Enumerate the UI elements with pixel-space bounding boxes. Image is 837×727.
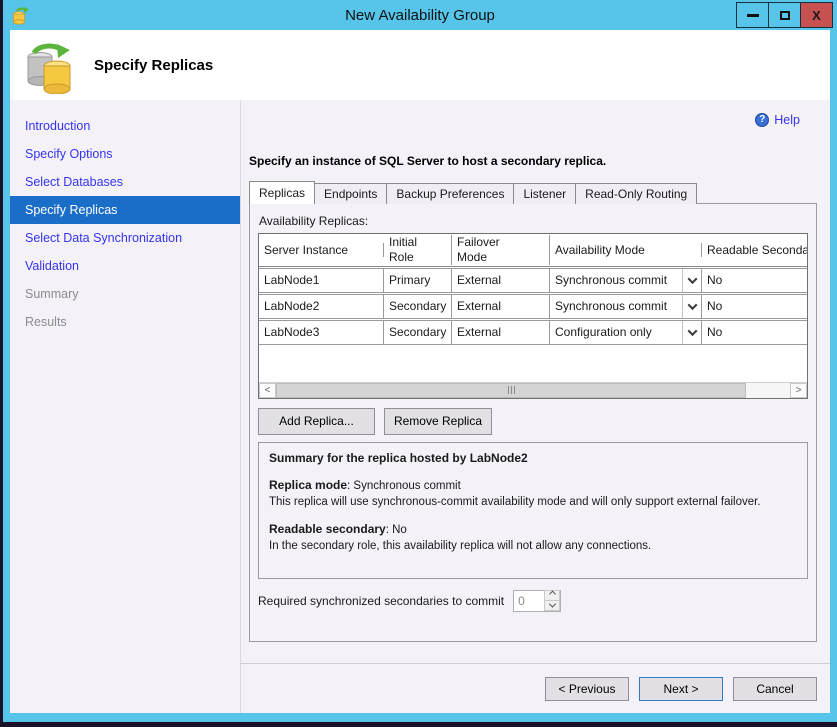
replicas-tab-panel: Availability Replicas: Server Instance I… [249,203,817,642]
instruction-text: Specify an instance of SQL Server to hos… [249,154,830,168]
chevron-down-icon[interactable] [682,321,701,344]
replica-mode-description: This replica will use synchronous-commit… [269,495,797,510]
previous-button[interactable]: < Previous [545,677,629,701]
maximize-icon [780,11,790,20]
tab-listener[interactable]: Listener [513,183,576,204]
close-button[interactable]: X [800,2,833,28]
cell-server-instance[interactable]: LabNode3 [259,321,384,344]
readable-secondary-value: : No [386,524,407,536]
availability-mode-select[interactable]: Synchronous commit [550,269,701,292]
cell-readable-secondary[interactable]: No [702,295,807,318]
quorum-spinner [513,590,561,612]
tab-replicas[interactable]: Replicas [249,181,315,204]
sidebar-item-specify-options[interactable]: Specify Options [10,140,240,168]
title-bar[interactable]: New Availability Group X [3,0,837,30]
scroll-left-icon[interactable]: < [259,383,276,398]
replica-row-labnode3: LabNode3 Secondary External Configuratio… [259,320,807,345]
scrollbar-grip [508,386,509,394]
cell-readable-secondary[interactable]: No [702,321,807,344]
replica-mode-value: : Synchronous commit [347,480,461,492]
window-title: New Availability Group [3,7,837,24]
cell-failover-mode[interactable]: External [452,295,550,318]
cancel-button[interactable]: Cancel [733,677,817,701]
remove-replica-button[interactable]: Remove Replica [384,408,492,435]
availability-mode-select[interactable]: Configuration only [550,321,701,344]
wizard-steps-sidebar: Introduction Specify Options Select Data… [10,100,241,713]
scroll-right-icon[interactable]: > [790,383,807,398]
chevron-down-icon[interactable] [682,295,701,318]
availability-replicas-grid: Server Instance Initial Role Failover Mo… [258,233,808,399]
dialog-window: New Availability Group X Specify Replica… [3,0,837,722]
cell-readable-secondary[interactable]: No [702,269,807,292]
tab-endpoints[interactable]: Endpoints [314,183,387,204]
minimize-icon [747,14,759,17]
quorum-label: Required synchronized secondaries to com… [258,594,504,608]
replica-row-labnode2: LabNode2 Secondary External Synchronous … [259,294,807,319]
sidebar-item-validation[interactable]: Validation [10,252,240,280]
add-replica-button[interactable]: Add Replica... [258,408,375,435]
next-button[interactable]: Next > [639,677,723,701]
cell-failover-mode[interactable]: External [452,321,550,344]
page-title: Specify Replicas [94,57,213,74]
cell-failover-mode[interactable]: External [452,269,550,292]
wizard-header: Specify Replicas [10,30,830,100]
summary-title: Summary for the replica hosted by LabNod… [269,451,797,467]
replica-summary-box: Summary for the replica hosted by LabNod… [258,442,808,579]
grid-label: Availability Replicas: [259,214,808,228]
cell-initial-role[interactable]: Secondary [384,321,452,344]
replica-row-labnode1: LabNode1 Primary External Synchronous co… [259,268,807,293]
sidebar-item-select-data-synchronization[interactable]: Select Data Synchronization [10,224,240,252]
column-header-availability-mode: Availability Mode [550,243,702,257]
availability-mode-select[interactable]: Synchronous commit [550,295,701,318]
help-link[interactable]: ? Help [755,113,800,127]
replica-mode-label: Replica mode [269,478,347,492]
column-header-readable-secondary: Readable Secondary [702,243,807,257]
cell-initial-role[interactable]: Secondary [384,295,452,318]
column-header-failover-mode: Failover Mode [452,235,550,265]
sidebar-item-summary: Summary [10,280,240,308]
replica-database-icon [26,40,76,94]
sidebar-item-introduction[interactable]: Introduction [10,112,240,140]
wizard-footer: < Previous Next > Cancel [241,663,830,713]
sidebar-item-select-databases[interactable]: Select Databases [10,168,240,196]
horizontal-scrollbar[interactable]: < > [259,382,807,398]
chevron-down-icon[interactable] [682,269,701,292]
sidebar-item-specify-replicas[interactable]: Specify Replicas [10,196,240,224]
help-icon: ? [755,113,769,127]
help-label: Help [774,113,800,127]
column-header-initial-role: Initial Role [384,235,452,265]
sidebar-item-results: Results [10,308,240,336]
scrollbar-thumb[interactable] [276,383,746,398]
scrollbar-track[interactable] [276,383,790,398]
readable-secondary-description: In the secondary role, this availability… [269,539,797,554]
column-header-server-instance: Server Instance [259,243,384,257]
tab-backup-preferences[interactable]: Backup Preferences [386,183,514,204]
cell-initial-role[interactable]: Primary [384,269,452,292]
cell-server-instance[interactable]: LabNode2 [259,295,384,318]
readable-secondary-label: Readable secondary [269,522,386,536]
tab-strip: Replicas Endpoints Backup Preferences Li… [249,181,830,204]
maximize-button[interactable] [768,2,801,28]
close-icon: X [812,8,821,23]
minimize-button[interactable] [736,2,769,28]
wizard-page-content: ? Help Specify an instance of SQL Server… [241,100,830,663]
spin-down-icon[interactable] [544,600,560,611]
quorum-input[interactable] [514,591,544,611]
tab-read-only-routing[interactable]: Read-Only Routing [575,183,697,204]
cell-server-instance[interactable]: LabNode1 [259,269,384,292]
grid-header-row: Server Instance Initial Role Failover Mo… [259,234,807,267]
